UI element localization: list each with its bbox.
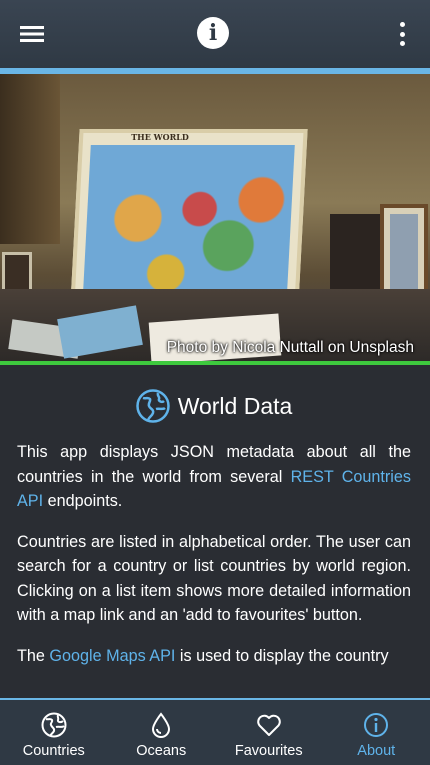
about-heading: World Data <box>17 389 411 423</box>
menu-icon[interactable] <box>20 22 44 46</box>
page-title: World Data <box>177 392 293 419</box>
about-content: World Data This app displays JSON metada… <box>0 365 430 698</box>
water-drop-icon <box>152 712 171 738</box>
tab-oceans[interactable]: Oceans <box>108 700 216 765</box>
hero-image: THE WORLD Photo by Nicola Nuttall on Uns… <box>0 74 430 361</box>
hero-map-title: THE WORLD <box>131 132 189 142</box>
app-bar: i <box>0 0 430 68</box>
info-glyph: i <box>208 20 218 46</box>
p3-text-end: is used to display the country <box>175 646 389 665</box>
bottom-tab-bar: Countries Oceans Favourites About <box>0 700 430 765</box>
tab-label: Countries <box>22 743 85 759</box>
tab-countries[interactable]: Countries <box>0 700 108 765</box>
google-maps-link[interactable]: Google Maps API <box>49 647 175 665</box>
p3-text: The <box>17 646 50 665</box>
tab-about[interactable]: About <box>323 700 430 765</box>
tab-label: Favourites <box>234 743 303 759</box>
more-vert-icon[interactable] <box>392 22 412 46</box>
info-icon <box>364 713 389 737</box>
about-paragraph-1: This app displays JSON metadata about al… <box>17 440 411 514</box>
globe-icon <box>41 712 67 738</box>
about-paragraph-2: Countries are listed in alphabetical ord… <box>17 532 411 625</box>
globe-icon <box>135 389 170 423</box>
tab-label: Oceans <box>136 743 187 759</box>
about-paragraph-3: The Google Maps API is used to display t… <box>17 644 411 669</box>
heart-icon <box>256 714 281 736</box>
info-icon[interactable]: i <box>197 17 229 49</box>
p1-text-end: endpoints. <box>43 492 123 510</box>
tab-label: About <box>357 743 396 759</box>
photo-credit: Photo by Nicola Nuttall on Unsplash <box>166 339 414 356</box>
hero-wall <box>0 74 60 244</box>
tab-favourites[interactable]: Favourites <box>215 700 323 765</box>
